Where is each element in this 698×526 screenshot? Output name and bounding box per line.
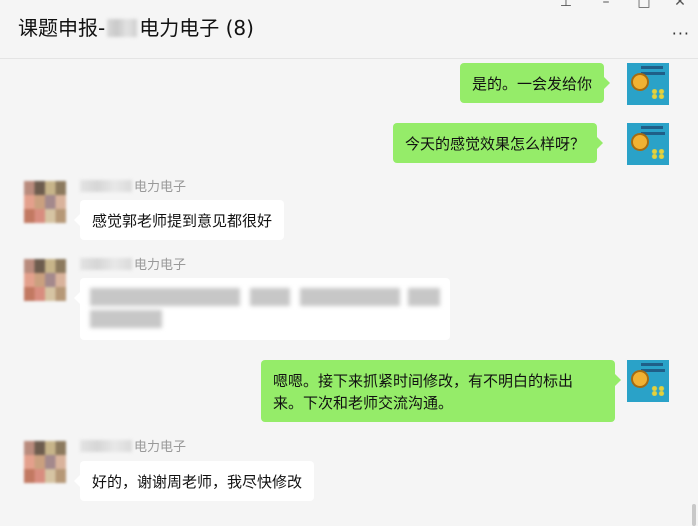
pin-icon[interactable]: ⊥	[556, 0, 576, 10]
chat-area: 是的。一会发给你 今天的感觉效果怎么样呀？ 电力电子 感觉郭老师提到意见都很好 …	[0, 59, 698, 526]
redacted-name	[80, 180, 132, 192]
chat-header: 课题申报- 电力电子 (8) ⊥ – □ ✕ ···	[0, 0, 698, 59]
message-text: 今天的感觉效果怎么样呀？	[405, 135, 586, 153]
sender-name: 电力电子	[80, 436, 186, 455]
message-text-line: 来。下次和老师交流沟通。	[273, 394, 454, 412]
redacted-name	[80, 440, 132, 452]
message-bubble-self[interactable]: 是的。一会发给你	[460, 63, 611, 103]
message-bubble-self[interactable]: 今天的感觉效果怎么样呀？	[393, 123, 604, 163]
message-text: 好的，谢谢周老师，我尽快修改	[92, 473, 303, 491]
redacted-message	[90, 288, 440, 332]
self-avatar[interactable]	[627, 123, 669, 165]
message-bubble-self[interactable]: 嗯嗯。接下来抓紧时间修改，有不明白的标出 来。下次和老师交流沟通。	[261, 360, 621, 422]
message-text-line: 嗯嗯。接下来抓紧时间修改，有不明白的标出	[273, 372, 574, 390]
redacted-name	[107, 19, 138, 37]
chat-title-suffix: 电力电子 (8)	[139, 16, 254, 40]
message-bubble-other[interactable]	[74, 278, 450, 340]
chat-title-prefix: 课题申报-	[18, 16, 106, 40]
contact-avatar[interactable]	[24, 441, 66, 483]
scrollbar[interactable]	[692, 504, 696, 526]
sender-name: 电力电子	[80, 254, 186, 273]
contact-avatar[interactable]	[24, 259, 66, 301]
close-icon[interactable]: ✕	[670, 0, 690, 10]
message-text: 感觉郭老师提到意见都很好	[92, 212, 273, 230]
redacted-name	[80, 258, 132, 270]
sender-name: 电力电子	[80, 176, 186, 195]
message-bubble-other[interactable]: 感觉郭老师提到意见都很好	[73, 200, 285, 240]
self-avatar[interactable]	[627, 360, 669, 402]
minimize-icon[interactable]: –	[596, 0, 616, 10]
contact-avatar[interactable]	[24, 181, 66, 223]
more-options-button[interactable]: ···	[672, 24, 690, 43]
chat-title: 课题申报- 电力电子 (8)	[18, 12, 254, 41]
maximize-icon[interactable]: □	[634, 0, 654, 10]
self-avatar[interactable]	[627, 63, 669, 105]
message-bubble-other[interactable]: 好的，谢谢周老师，我尽快修改	[73, 461, 315, 501]
message-text: 是的。一会发给你	[472, 75, 593, 93]
